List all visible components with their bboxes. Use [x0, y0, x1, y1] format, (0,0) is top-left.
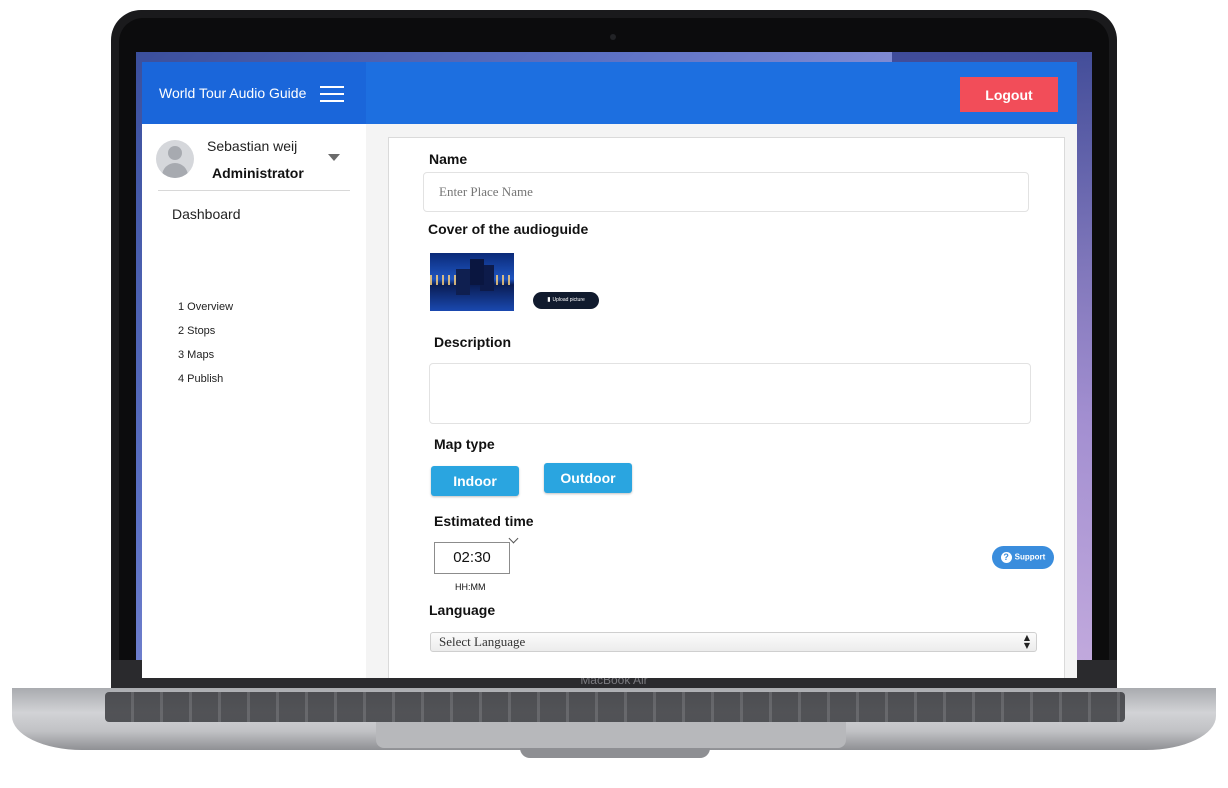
- hamburger-menu-icon[interactable]: [320, 86, 344, 102]
- sidebar-item-publish[interactable]: 4 Publish: [178, 373, 223, 385]
- support-button[interactable]: ? Support: [992, 546, 1054, 569]
- user-name: Sebastian weij: [207, 138, 298, 154]
- place-name-input[interactable]: [423, 172, 1029, 212]
- form-card: Name Cover of the audioguide ▮Upload pic…: [388, 137, 1065, 678]
- sidebar-item-overview[interactable]: 1 Overview: [178, 301, 233, 313]
- name-label: Name: [429, 151, 468, 167]
- sidebar: Sebastian weij Administrator Dashboard 1…: [142, 124, 366, 678]
- sidebar-item-stops[interactable]: 2 Stops: [178, 325, 215, 337]
- city-skyline-image: [430, 253, 514, 311]
- language-select[interactable]: Select Language ▲ ▼: [430, 632, 1037, 652]
- main-content: Name Cover of the audioguide ▮Upload pic…: [366, 124, 1077, 678]
- select-arrows-icon: ▲ ▼: [1023, 633, 1030, 650]
- chevron-down-icon[interactable]: [508, 533, 519, 544]
- sidebar-item-maps[interactable]: 3 Maps: [178, 349, 214, 361]
- laptop-trackpad: [376, 722, 846, 748]
- map-type-label: Map type: [434, 436, 495, 452]
- sidebar-divider: [158, 190, 350, 191]
- estimated-time-label: Estimated time: [434, 513, 534, 529]
- camera-icon: [610, 34, 616, 40]
- laptop-keyboard: [105, 692, 1125, 722]
- language-label: Language: [429, 602, 496, 618]
- top-bar: World Tour Audio Guide Logout: [142, 62, 1077, 124]
- outdoor-button[interactable]: Outdoor: [544, 463, 632, 493]
- app-window: World Tour Audio Guide Logout Sebastian …: [142, 62, 1077, 678]
- description-textarea[interactable]: [429, 363, 1031, 424]
- time-unit-label: HH:MM: [455, 582, 486, 592]
- app-title: World Tour Audio Guide: [159, 85, 307, 101]
- language-select-value: Select Language: [439, 634, 526, 649]
- brand-area: World Tour Audio Guide: [142, 62, 366, 124]
- sidebar-section-dashboard[interactable]: Dashboard: [172, 206, 241, 222]
- user-avatar-icon: [156, 140, 194, 178]
- laptop-notch: [520, 748, 710, 758]
- estimated-time-input[interactable]: 02:30: [434, 542, 510, 574]
- support-label: Support: [1014, 552, 1046, 562]
- upload-picture-label: Upload picture: [552, 297, 585, 303]
- logout-button[interactable]: Logout: [960, 77, 1058, 112]
- upload-picture-button[interactable]: ▮ Upload picture: [533, 292, 599, 309]
- description-label: Description: [434, 334, 512, 350]
- user-role: Administrator: [212, 165, 304, 181]
- question-circle-icon: ?: [1000, 552, 1012, 563]
- indoor-button[interactable]: Indoor: [431, 466, 519, 496]
- file-icon: ▮: [547, 297, 551, 303]
- cover-label: Cover of the audioguide: [428, 221, 589, 237]
- caret-down-icon[interactable]: [328, 154, 340, 161]
